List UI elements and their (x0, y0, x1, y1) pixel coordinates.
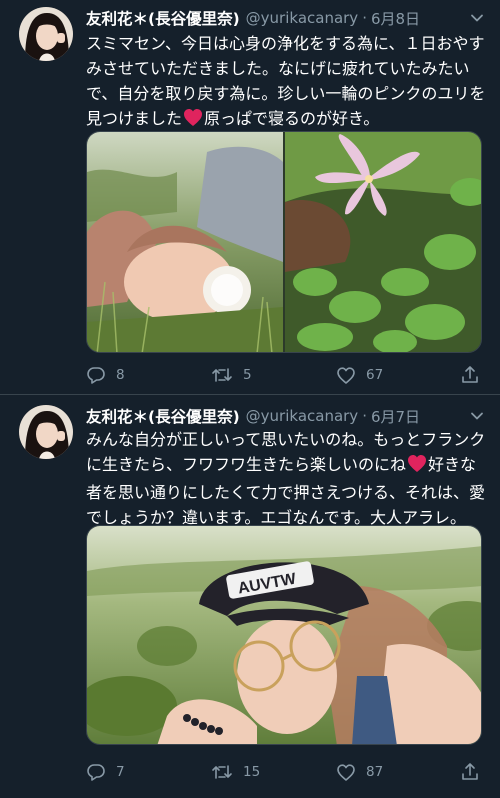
tweet-text-line: に生きたら、フワフワ生きたら楽しいのにね 好きな (86, 452, 488, 480)
tweet-text-fragment: に生きたら、フワフワ生きたら楽しいのにね (86, 455, 407, 474)
tweet-text: スミマセン、今日は心身の浄化をする為に、１日おやす みさせていただきました。なに… (86, 31, 488, 134)
photo-woman-lying-in-grass[interactable] (87, 132, 283, 352)
separator-dot: · (362, 407, 367, 425)
tweet-header: 友利花＊(長谷優里奈) @yurikacanary · 6月7日 (86, 405, 486, 427)
tweet[interactable]: 友利花＊(長谷優里奈) @yurikacanary · 6月7日 みんな自分が正… (0, 395, 500, 798)
avatar[interactable] (19, 405, 73, 459)
tweet-text-fragment: 原っぱで寝るのが好き。 (204, 109, 380, 128)
like-icon (336, 366, 356, 385)
red-heart-emoji-icon (407, 454, 427, 480)
photo-woman-in-cap[interactable]: AUVTW (87, 526, 481, 744)
like-button[interactable]: 67 (336, 364, 383, 386)
photo-pink-lily[interactable] (285, 132, 481, 352)
avatar[interactable] (19, 7, 73, 61)
chevron-down-icon[interactable] (468, 9, 486, 27)
display-name[interactable]: 友利花＊(長谷優里奈) (86, 405, 240, 427)
retweet-icon (211, 365, 233, 385)
chevron-down-icon[interactable] (468, 407, 486, 425)
separator-dot: · (362, 9, 367, 27)
tweet-text-line: 者を思い通りにしたくて力で押さえつける、それは、愛 (86, 483, 486, 502)
retweet-icon (211, 762, 233, 782)
tweet[interactable]: 友利花＊(長谷優里奈) @yurikacanary · 6月8日 スミマセン、今… (0, 0, 500, 395)
tweet-actions: 8 5 67 (86, 364, 486, 386)
share-icon (460, 365, 480, 385)
tweet-header: 友利花＊(長谷優里奈) @yurikacanary · 6月8日 (86, 7, 486, 29)
share-button[interactable] (460, 364, 480, 386)
like-count: 87 (366, 764, 384, 780)
media-single[interactable]: AUVTW (86, 525, 482, 745)
reply-icon (86, 365, 106, 385)
tweet-text-line: で、自分を取り戻す為に。珍しい一輪のピンクのユリを (86, 84, 486, 103)
like-icon (336, 763, 356, 782)
media-grid[interactable] (86, 131, 482, 353)
user-handle[interactable]: @yurikacanary (246, 9, 359, 27)
retweet-count: 15 (243, 764, 261, 780)
tweet-date[interactable]: 6月7日 (371, 406, 420, 427)
tweet-actions: 7 15 87 (86, 761, 486, 783)
tweet-text-fragment: 好きな (428, 455, 477, 474)
reply-button[interactable]: 7 (86, 761, 125, 783)
retweet-count: 5 (243, 367, 252, 383)
user-handle[interactable]: @yurikacanary (246, 407, 359, 425)
like-count: 67 (366, 367, 384, 383)
share-button[interactable] (460, 761, 480, 783)
reply-icon (86, 762, 106, 782)
tweet-text-line: スミマセン、今日は心身の浄化をする為に、１日おやす (86, 34, 485, 53)
retweet-button[interactable]: 5 (211, 364, 252, 386)
reply-button[interactable]: 8 (86, 364, 125, 386)
retweet-button[interactable]: 15 (211, 761, 260, 783)
tweet-text-line: みさせていただきました。なにげに疲れていたみたい (86, 59, 470, 78)
tweet-text: みんな自分が正しいって思いたいのね。もっとフランク に生きたら、フワフワ生きたら… (86, 427, 488, 530)
tweet-text-fragment: 見つけました (86, 109, 183, 128)
tweet-text-line: 見つけました 原っぱで寝るのが好き。 (86, 106, 488, 134)
share-icon (460, 762, 480, 782)
display-name[interactable]: 友利花＊(長谷優里奈) (86, 7, 240, 29)
like-button[interactable]: 87 (336, 761, 383, 783)
tweet-date[interactable]: 6月8日 (371, 8, 420, 29)
tweet-text-line: みんな自分が正しいって思いたいのね。もっとフランク (86, 430, 486, 449)
reply-count: 8 (116, 367, 125, 383)
reply-count: 7 (116, 764, 125, 780)
